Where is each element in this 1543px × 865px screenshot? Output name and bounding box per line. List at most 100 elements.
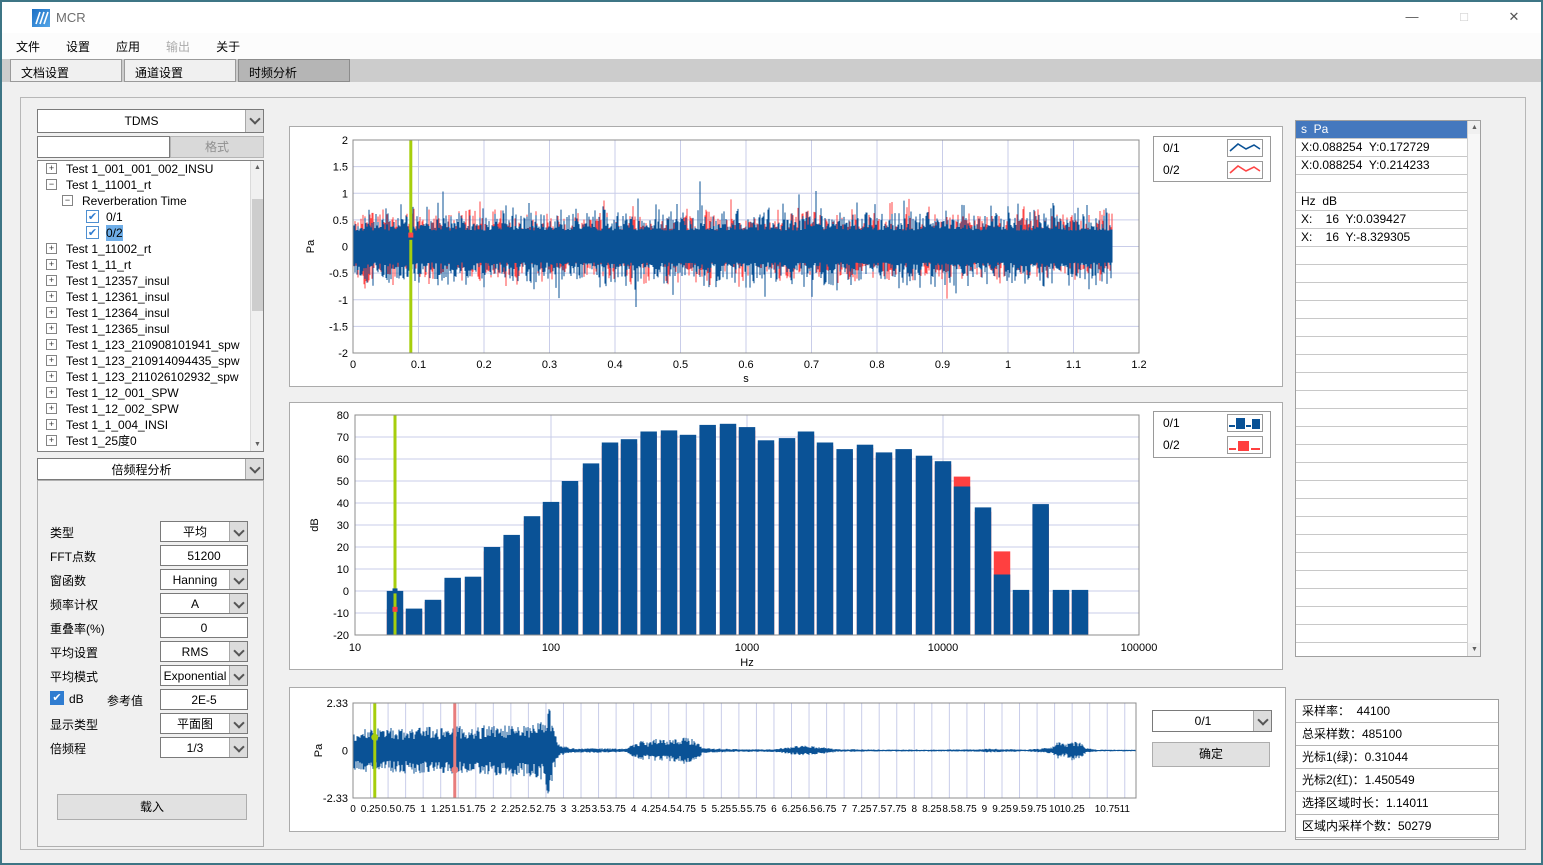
readout-row[interactable] xyxy=(1296,535,1467,553)
tree-item[interactable]: +Test 1_123_210914094435_spw xyxy=(38,353,263,369)
cursor-marker[interactable] xyxy=(408,233,413,238)
readout-scrollbar[interactable]: ▲ ▼ xyxy=(1467,121,1480,656)
db-checkbox[interactable]: ✔ xyxy=(50,691,64,705)
filter-input[interactable] xyxy=(37,136,170,158)
readout-row[interactable] xyxy=(1296,409,1467,427)
chevron-down-icon[interactable] xyxy=(229,522,247,541)
form-input-4[interactable] xyxy=(160,617,248,638)
form-input-1[interactable] xyxy=(160,545,248,566)
expand-plus-icon[interactable]: + xyxy=(46,403,57,414)
readout-row[interactable]: X:0.088254 Y:0.172729 xyxy=(1296,139,1467,157)
form-select-6[interactable]: Exponential xyxy=(160,665,248,686)
expand-plus-icon[interactable]: + xyxy=(46,355,57,366)
readout-row[interactable] xyxy=(1296,625,1467,643)
chevron-down-icon[interactable] xyxy=(229,594,247,613)
cursor-marker[interactable] xyxy=(393,607,398,612)
form-select-8[interactable]: 平面图 xyxy=(160,713,248,734)
readout-row[interactable] xyxy=(1296,553,1467,571)
readout-row[interactable] xyxy=(1296,265,1467,283)
expand-plus-icon[interactable]: + xyxy=(46,163,57,174)
scroll-down-icon[interactable]: ▼ xyxy=(251,438,264,451)
cursor-marker[interactable] xyxy=(393,588,398,593)
readout-row[interactable] xyxy=(1296,355,1467,373)
legend-entry-0/1[interactable]: 0/1 xyxy=(1154,137,1270,159)
tab-文档设置[interactable]: 文档设置 xyxy=(10,59,122,82)
tab-通道设置[interactable]: 通道设置 xyxy=(124,59,236,82)
file-format-select[interactable]: TDMS xyxy=(37,109,264,133)
readout-row[interactable]: Hz dB xyxy=(1296,193,1467,211)
chevron-down-icon[interactable] xyxy=(229,570,247,589)
readout-row[interactable]: X: 16 Y:-8.329305 xyxy=(1296,229,1467,247)
expand-plus-icon[interactable]: + xyxy=(46,275,57,286)
expand-plus-icon[interactable]: + xyxy=(46,291,57,302)
scroll-down-icon[interactable]: ▼ xyxy=(1468,643,1481,656)
expand-plus-icon[interactable]: + xyxy=(46,307,57,318)
readout-row[interactable] xyxy=(1296,643,1467,657)
collapse-minus-icon[interactable]: − xyxy=(62,195,73,206)
tree-item[interactable]: +Test 1_11002_rt xyxy=(38,241,263,257)
tree-item[interactable]: +Test 1_001_001_002_INSU xyxy=(38,161,263,177)
overview-chart[interactable]: 00.250.50.7511.251.51.7522.252.52.7533.2… xyxy=(290,688,1285,831)
readout-row[interactable] xyxy=(1296,481,1467,499)
reference-value-input[interactable] xyxy=(160,689,248,710)
tree-item[interactable]: +Test 1_12364_insul xyxy=(38,305,263,321)
overview-channel-select[interactable]: 0/1 xyxy=(1152,710,1272,732)
tree-item[interactable]: +Test 1_123_211026102932_spw xyxy=(38,369,263,385)
form-select-0[interactable]: 平均 xyxy=(160,521,248,542)
chevron-down-icon[interactable] xyxy=(229,738,247,757)
readout-row[interactable] xyxy=(1296,337,1467,355)
chevron-down-icon[interactable] xyxy=(229,642,247,661)
tree-item[interactable]: +Test 1_12357_insul xyxy=(38,273,263,289)
readout-row[interactable] xyxy=(1296,499,1467,517)
readout-row[interactable] xyxy=(1296,283,1467,301)
collapse-minus-icon[interactable]: − xyxy=(46,179,57,190)
readout-row[interactable] xyxy=(1296,391,1467,409)
menu-item-文件[interactable]: 文件 xyxy=(4,33,52,60)
readout-row[interactable] xyxy=(1296,517,1467,535)
menu-item-输出[interactable]: 输出 xyxy=(154,33,202,60)
tree-item[interactable]: ✔0/1 xyxy=(38,209,263,225)
readout-row[interactable] xyxy=(1296,247,1467,265)
load-button[interactable]: 载入 xyxy=(57,794,247,820)
tree-checkbox[interactable]: ✔ xyxy=(86,210,99,223)
readout-row[interactable] xyxy=(1296,175,1467,193)
chevron-down-icon[interactable] xyxy=(1253,711,1271,731)
readout-header[interactable]: s Pa xyxy=(1296,121,1467,139)
tree-scrollbar[interactable]: ▲▼ xyxy=(250,161,263,451)
readout-row[interactable] xyxy=(1296,571,1467,589)
cursor-handle[interactable] xyxy=(371,734,378,741)
tab-时频分析[interactable]: 时频分析 xyxy=(238,59,350,82)
scroll-up-icon[interactable]: ▲ xyxy=(251,161,264,174)
menu-item-关于[interactable]: 关于 xyxy=(204,33,252,60)
tree-item[interactable]: +Test 1_12_001_SPW xyxy=(38,385,263,401)
scroll-up-icon[interactable]: ▲ xyxy=(1468,121,1481,134)
tree-item[interactable]: −Reverberation Time xyxy=(38,193,263,209)
format-button[interactable]: 格式 xyxy=(170,136,264,158)
tree-item[interactable]: +Test 1_12365_insul xyxy=(38,321,263,337)
scroll-thumb[interactable] xyxy=(252,199,263,311)
legend-entry-0/2[interactable]: 0/2 xyxy=(1154,159,1270,181)
minimize-button[interactable]: — xyxy=(1395,2,1429,32)
expand-plus-icon[interactable]: + xyxy=(46,339,57,350)
readout-row[interactable]: X:0.088254 Y:0.214233 xyxy=(1296,157,1467,175)
confirm-button[interactable]: 确定 xyxy=(1152,742,1270,767)
expand-plus-icon[interactable]: + xyxy=(46,259,57,270)
expand-plus-icon[interactable]: + xyxy=(46,419,57,430)
readout-row[interactable]: X: 16 Y:0.039427 xyxy=(1296,211,1467,229)
tree-item[interactable]: +Test 1_12361_insul xyxy=(38,289,263,305)
expand-plus-icon[interactable]: + xyxy=(46,243,57,254)
menu-item-设置[interactable]: 设置 xyxy=(54,33,102,60)
chevron-down-icon[interactable] xyxy=(245,110,263,132)
form-select-9[interactable]: 1/3 xyxy=(160,737,248,758)
time-chart[interactable]: 00.10.20.30.40.50.60.70.80.911.11.221.51… xyxy=(290,127,1282,386)
octave-chart[interactable]: 1010010001000010000080706050403020100-10… xyxy=(290,403,1282,669)
readout-row[interactable] xyxy=(1296,445,1467,463)
tree-item[interactable]: +Test 1_123_210908101941_spw xyxy=(38,337,263,353)
readout-row[interactable] xyxy=(1296,589,1467,607)
readout-row[interactable] xyxy=(1296,427,1467,445)
form-select-5[interactable]: RMS xyxy=(160,641,248,662)
expand-plus-icon[interactable]: + xyxy=(46,435,57,446)
close-button[interactable]: ✕ xyxy=(1497,2,1531,32)
expand-plus-icon[interactable]: + xyxy=(46,371,57,382)
cursor-handle[interactable] xyxy=(451,766,458,773)
